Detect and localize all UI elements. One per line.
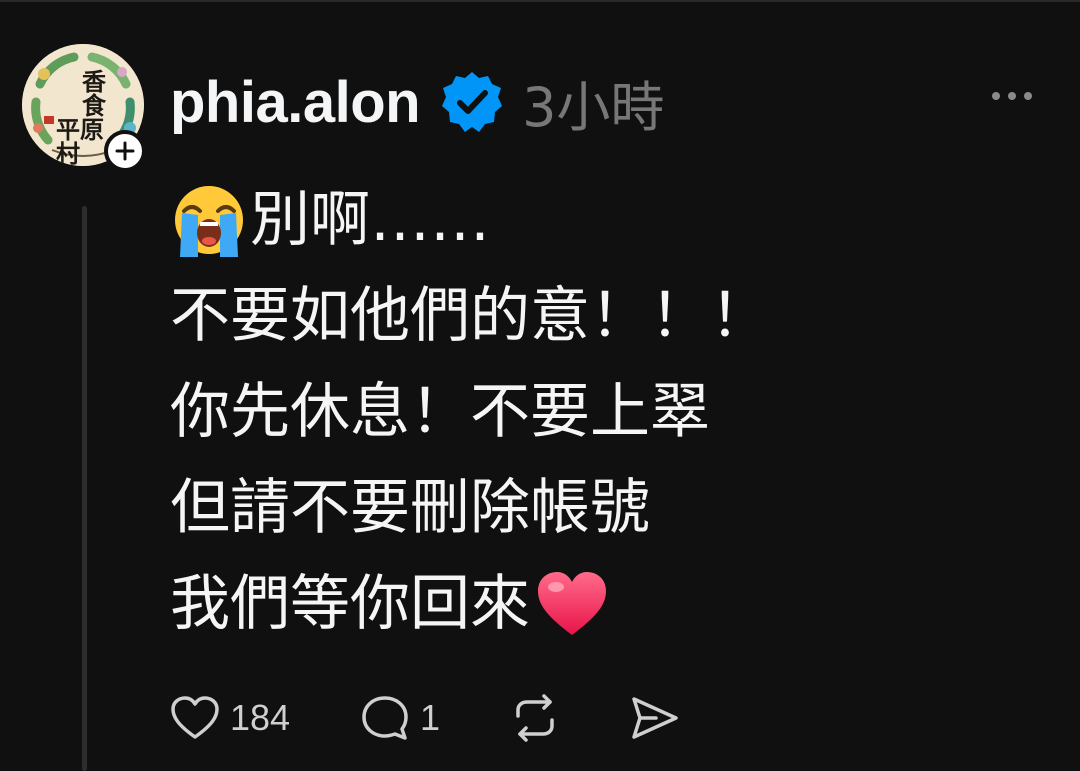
avatar-logo-line-1: 香食: [82, 68, 106, 120]
post-line-1-text: 別啊……: [250, 185, 490, 255]
plus-icon: [115, 141, 135, 161]
post-line-2: 不要如他們的意！！！: [170, 268, 1050, 364]
repost-arrows-icon: [516, 694, 554, 742]
post-line-3-text: 你先休息！不要上翠: [170, 377, 710, 447]
top-divider: [0, 0, 1080, 2]
reply-count: 1: [420, 697, 441, 738]
avatar-container[interactable]: 香食 平原村: [22, 44, 148, 172]
username[interactable]: phia.alon: [170, 69, 421, 136]
red-heart-emoji: [538, 572, 606, 635]
comment-bubble-icon: [362, 696, 408, 740]
like-button[interactable]: 184: [170, 695, 360, 741]
send-paper-plane-icon: [632, 697, 678, 739]
post-actions: 184 1: [170, 690, 680, 746]
post-line-4-text: 但請不要刪除帳號: [170, 473, 650, 543]
post-line-5-text: 我們等你回來: [170, 569, 530, 639]
post-line-1: 別啊……: [170, 172, 1050, 268]
repost-button[interactable]: [510, 694, 630, 742]
heart-outline-icon: [171, 696, 219, 739]
like-count: 184: [230, 697, 291, 738]
loudly-crying-face-emoji: [175, 186, 243, 257]
more-horizontal-icon[interactable]: [990, 88, 1034, 104]
post-line-3: 你先休息！不要上翠: [170, 364, 1050, 460]
follow-button[interactable]: [104, 130, 146, 172]
post-header: phia.alon 3小時: [170, 66, 664, 139]
post-body: 別啊…… 不要如他們的意！！！ 你先休息！不要上翠 但請不要刪除帳號 我們等你回…: [170, 172, 1050, 652]
post-line-2-text: 不要如他們的意！！！: [170, 281, 770, 351]
post-line-5: 我們等你回來: [170, 556, 1050, 652]
post-line-4: 但請不要刪除帳號: [170, 460, 1050, 556]
thread-line: [82, 206, 87, 771]
share-button[interactable]: [630, 695, 680, 741]
post-timestamp: 3小時: [522, 75, 665, 139]
reply-button[interactable]: 1: [360, 694, 510, 742]
verified-badge-icon: [442, 72, 503, 132]
